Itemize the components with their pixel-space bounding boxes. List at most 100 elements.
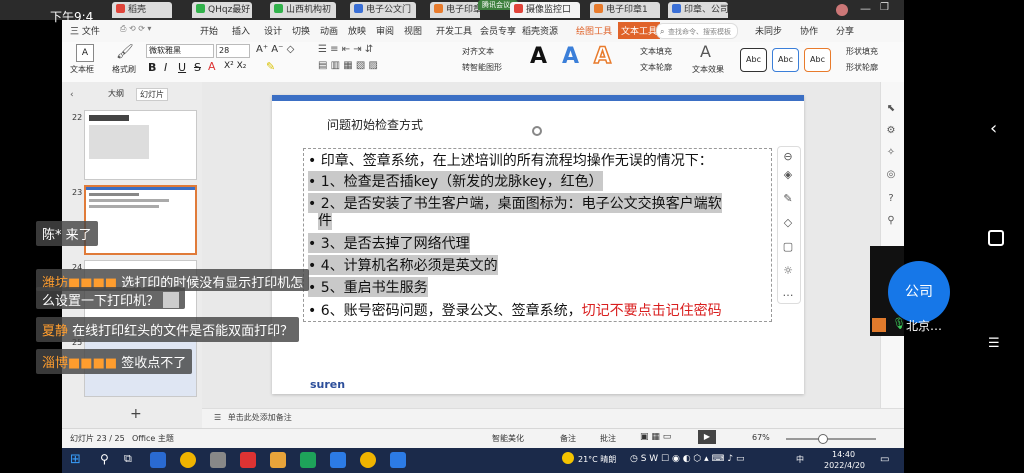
smart-beautify-button[interactable]: 智能美化 — [492, 433, 524, 444]
menu-review[interactable]: 审阅 — [376, 24, 394, 37]
frame-icon[interactable]: ▢ — [781, 240, 795, 254]
underline-button[interactable]: U — [178, 61, 186, 74]
menu-insert[interactable]: 插入 — [232, 24, 250, 37]
font-size-select[interactable]: 28 — [216, 44, 250, 58]
sync-status[interactable]: 未同步 — [755, 24, 782, 37]
menu-file[interactable]: 三 文件 — [70, 24, 100, 37]
help-icon[interactable]: ? — [884, 192, 898, 206]
add-slide-button[interactable]: + — [130, 406, 142, 422]
bold-button[interactable]: B — [148, 61, 156, 74]
menu-text-tools[interactable]: 文本工具 — [618, 22, 661, 39]
strike-button[interactable]: S — [194, 61, 201, 74]
chrome-icon[interactable] — [360, 452, 376, 468]
tab-qhqz[interactable]: QHqz最好 — [192, 2, 252, 18]
stop-share-icon[interactable] — [988, 230, 1004, 246]
tray-icons[interactable]: ◷ S W ☐ ◉ ◐ ⬡ ▴ ⌨ ♪ ▭ — [630, 454, 744, 464]
settings-icon[interactable]: ⚙ — [884, 124, 898, 138]
shape-style-2[interactable]: Abc — [772, 48, 799, 72]
font-grow-icon[interactable]: A⁺ A⁻ ◇ — [256, 44, 294, 55]
slide-title[interactable]: 问题初始检查方式 — [327, 116, 423, 133]
text-style-blue[interactable]: A — [562, 44, 579, 69]
meeting-icon[interactable] — [390, 452, 406, 468]
bulb-icon[interactable]: ☼ — [781, 264, 795, 278]
windows-start-icon[interactable]: ⊞ — [70, 452, 81, 467]
shape-outline-button[interactable]: 形状轮廓 — [846, 62, 878, 73]
menu-member[interactable]: 会员专享 — [480, 24, 516, 37]
menu-daoke[interactable]: 稻壳资源 — [522, 24, 558, 37]
tab-yinzhang[interactable]: 电子印章 — [430, 2, 480, 18]
italic-button[interactable]: I — [164, 61, 167, 74]
share-button[interactable]: 分享 — [836, 24, 854, 37]
text-effect-icon[interactable]: A — [700, 42, 711, 61]
collapse-icon[interactable]: ⊖ — [781, 150, 795, 164]
format-painter-icon[interactable]: 🖌 — [116, 44, 134, 60]
menu-icon[interactable]: ☰ — [988, 336, 1000, 351]
tab-slides[interactable]: 幻灯片 — [136, 88, 168, 101]
search-box[interactable]: ⌕ 查找命令、搜索模板 — [656, 23, 738, 39]
task-view-icon[interactable]: ⧉ — [124, 452, 132, 466]
tab-gongwen[interactable]: 电子公文门 — [350, 2, 416, 18]
app-icon[interactable] — [330, 452, 346, 468]
text-style-black[interactable]: A — [530, 44, 547, 69]
slide-thumbnail-23[interactable] — [84, 185, 197, 255]
shape-style-1[interactable]: Abc — [740, 48, 767, 72]
text-outline-button[interactable]: 文本轮廓 — [640, 62, 672, 73]
sheet-icon[interactable] — [300, 452, 316, 468]
notes-area[interactable]: ☰ 单击此处添加备注 — [202, 408, 904, 429]
menu-design[interactable]: 设计 — [264, 24, 282, 37]
search-icon[interactable]: ⚲ — [100, 452, 109, 466]
comments-button[interactable]: 批注 — [600, 433, 616, 444]
chrome-icon[interactable] — [180, 452, 196, 468]
style-icon[interactable]: ✧ — [884, 146, 898, 160]
minimize-icon[interactable]: — — [860, 2, 871, 15]
tab-daoke[interactable]: 稻壳 — [112, 2, 172, 18]
smartart-button[interactable]: 转智能图形 — [462, 62, 502, 73]
tab-jiankong[interactable]: 摄像监控口 — [510, 2, 580, 18]
company-avatar[interactable]: 公司 — [888, 261, 950, 323]
font-family-select[interactable]: 微软雅黑 — [146, 44, 214, 58]
avatar[interactable] — [836, 4, 848, 16]
menu-transition[interactable]: 切换 — [292, 24, 310, 37]
notes-button[interactable]: 备注 — [560, 433, 576, 444]
menu-slideshow[interactable]: 放映 — [348, 24, 366, 37]
pen-icon[interactable]: ✎ — [781, 192, 795, 206]
layers-icon[interactable]: ◈ — [781, 168, 795, 182]
menu-devtools[interactable]: 开发工具 — [436, 24, 472, 37]
text-fill-button[interactable]: 文本填充 — [640, 46, 672, 57]
view-mode-icons[interactable]: ▣ ▦ ▭ — [640, 432, 671, 442]
superscript-icon[interactable]: X² X₂ — [224, 61, 246, 71]
zoom-slider[interactable] — [786, 438, 876, 440]
collaborate-button[interactable]: 协作 — [800, 24, 818, 37]
chevron-left-icon[interactable]: ‹ — [990, 118, 997, 139]
adjust-icon[interactable]: ⚲ — [884, 214, 898, 228]
slide-thumbnail-22[interactable] — [84, 110, 197, 180]
ime-indicator[interactable]: 中 — [796, 454, 804, 465]
app-icon[interactable] — [210, 452, 226, 468]
explorer-icon[interactable] — [150, 452, 166, 468]
play-button[interactable]: ▶ — [698, 430, 716, 444]
shape-fill-button[interactable]: 形状填充 — [846, 46, 878, 57]
menu-view[interactable]: 视图 — [404, 24, 422, 37]
align-icons[interactable]: ▤ ▥ ▦ ▧ ▨ — [318, 60, 378, 71]
textbox-icon[interactable]: A — [76, 44, 94, 62]
tab-yinzhang-gongsi[interactable]: 印章、公司 — [668, 2, 728, 18]
fill-icon[interactable]: ◇ — [781, 216, 795, 230]
tab-shanxi[interactable]: 山西机构初 — [270, 2, 336, 18]
menu-animation[interactable]: 动画 — [320, 24, 338, 37]
restore-icon[interactable]: ❐ — [880, 2, 889, 13]
text-style-outline[interactable]: A — [593, 43, 612, 70]
more-icon[interactable]: … — [781, 286, 795, 300]
font-color-icon[interactable]: A — [208, 60, 216, 73]
wps-icon[interactable] — [240, 452, 256, 468]
menu-home[interactable]: 开始 — [200, 24, 218, 37]
tab-yinzhang1[interactable]: 电子印章1 — [590, 2, 660, 18]
collapse-panel-icon[interactable]: ‹ — [70, 90, 74, 100]
animation-icon[interactable]: ◎ — [884, 168, 898, 182]
highlight-icon[interactable]: ✎ — [266, 60, 275, 73]
list-icons[interactable]: ☰ ≡ ⇤ ⇥ ⇵ — [318, 44, 373, 55]
cursor-icon[interactable]: ⬉ — [884, 102, 898, 116]
folder-icon[interactable] — [270, 452, 286, 468]
shape-style-3[interactable]: Abc — [804, 48, 831, 72]
zoom-thumb[interactable] — [818, 434, 828, 444]
rotate-handle[interactable] — [532, 126, 542, 136]
